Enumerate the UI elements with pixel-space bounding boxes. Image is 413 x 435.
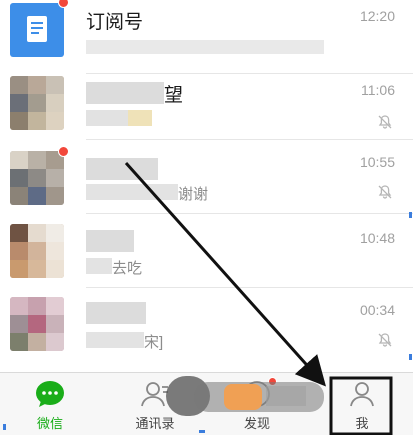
- chat-preview: 去吃: [112, 260, 143, 277]
- avatar: [10, 151, 64, 205]
- blurred-preview: [86, 40, 324, 54]
- chat-time: 10:48: [359, 230, 395, 246]
- tab-label: 微信: [36, 416, 63, 431]
- avatar: [10, 297, 64, 351]
- chat-bubble-icon: [36, 381, 64, 407]
- blurred-preview: [86, 332, 144, 348]
- chat-time: 10:55: [359, 154, 395, 170]
- mute-icon: [378, 115, 392, 129]
- unread-dot: [58, 0, 69, 8]
- tab-chats[interactable]: 微信: [0, 373, 100, 435]
- blurred-emoji: [128, 110, 152, 126]
- chat-time: 12:20: [359, 8, 395, 24]
- chat-time: 11:06: [361, 82, 395, 98]
- blurred-preview: [86, 258, 112, 274]
- chat-row-subscriptions[interactable]: 订阅号 12:20: [0, 0, 413, 74]
- blurred-name: [86, 230, 134, 252]
- chat-name: 订阅号: [86, 12, 144, 33]
- blurred-name: [86, 158, 158, 180]
- chat-preview: 谢谢: [178, 186, 209, 203]
- chat-row[interactable]: 谢谢 10:55: [0, 140, 413, 214]
- chat-name: 望: [164, 85, 184, 106]
- blurred-preview: [86, 184, 178, 200]
- selection-handle: [199, 430, 205, 433]
- avatar: [10, 224, 64, 278]
- blurred-name: [86, 82, 164, 104]
- selection-handle: [409, 212, 412, 218]
- selection-handle: [409, 354, 412, 360]
- subscription-icon: [27, 16, 47, 42]
- selection-handle: [3, 424, 6, 430]
- chat-preview: 宋]: [144, 334, 164, 351]
- unread-dot: [58, 146, 69, 157]
- avatar: [10, 76, 64, 130]
- blurred-floating-overlay: [166, 374, 332, 418]
- subscription-avatar: [10, 3, 64, 57]
- mute-icon: [378, 185, 392, 199]
- chat-time: 00:34: [359, 302, 395, 318]
- person-icon: [350, 382, 374, 407]
- blurred-name: [86, 302, 146, 324]
- chat-row[interactable]: 去吃 10:48: [0, 214, 413, 288]
- chat-list: 订阅号 12:20 望 11:06 谢谢 10:55 去吃 10:48 宋] 0…: [0, 0, 413, 372]
- mute-icon: [378, 333, 392, 347]
- chat-row[interactable]: 望 11:06: [0, 66, 413, 140]
- chat-row[interactable]: 宋] 00:34: [0, 288, 413, 362]
